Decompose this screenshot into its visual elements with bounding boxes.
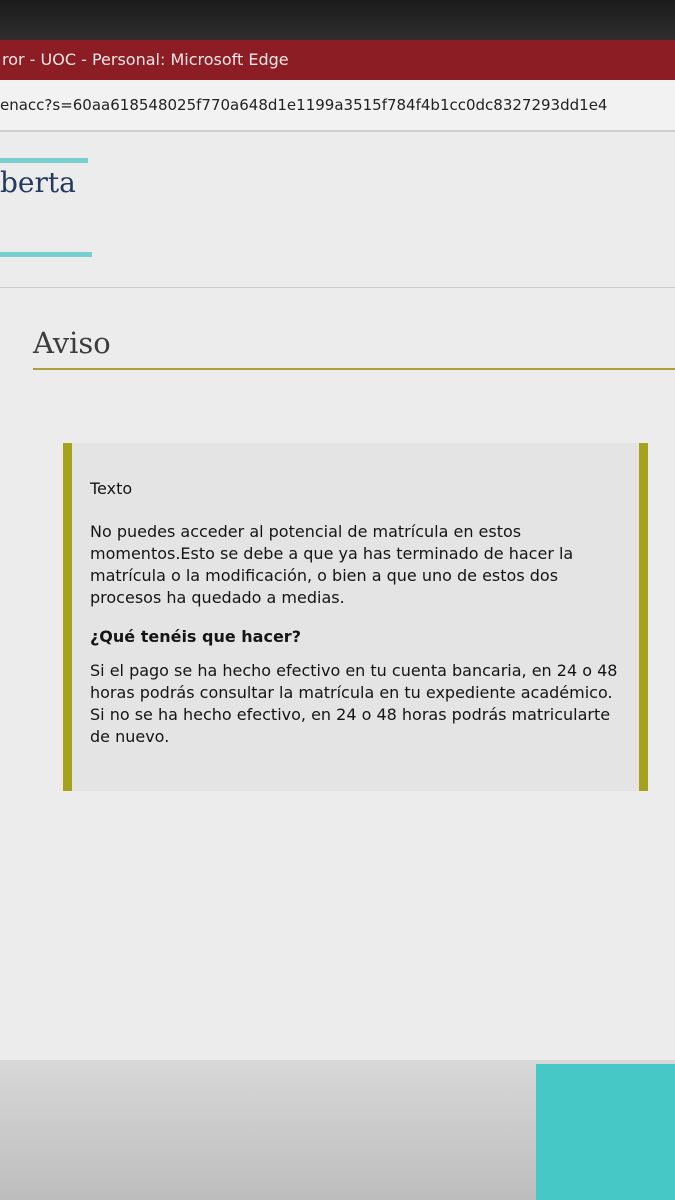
site-header: berta — [0, 132, 675, 288]
header-accent-line-top — [0, 158, 88, 163]
browser-window: ror - UOC - Personal: Microsoft Edge ena… — [0, 40, 675, 1060]
notice-heading: Texto — [90, 479, 133, 498]
site-logo-text[interactable]: berta — [0, 166, 76, 199]
monitor-bezel-top — [0, 0, 675, 40]
notice-instructions: Si el pago se ha hecho efectivo en tu cu… — [90, 661, 618, 746]
notice-body: No puedes acceder al potencial de matríc… — [90, 522, 574, 607]
page-title: Aviso — [33, 326, 111, 360]
title-divider — [33, 368, 675, 370]
window-titlebar: ror - UOC - Personal: Microsoft Edge — [0, 40, 675, 80]
notice-box: Texto No puedes acceder al potencial de … — [63, 443, 648, 791]
notice-subheading: ¿Qué tenéis que hacer? — [90, 627, 301, 646]
header-accent-line-bottom — [0, 252, 92, 257]
address-url[interactable]: enacc?s=60aa618548025f770a648d1e1199a351… — [0, 96, 607, 114]
window-title: ror - UOC - Personal: Microsoft Edge — [2, 50, 289, 69]
background-teal-object — [536, 1064, 675, 1200]
address-bar[interactable]: enacc?s=60aa618548025f770a648d1e1199a351… — [0, 80, 675, 132]
